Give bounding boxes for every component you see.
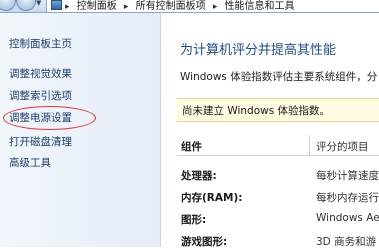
- row-item: 每秒内存运行: [316, 192, 379, 204]
- page-description: Windows 体验指数评估主要系统组件，分: [180, 71, 378, 83]
- forward-button[interactable]: [16, 0, 36, 11]
- history-dropdown-icon[interactable]: ▼: [36, 0, 41, 7]
- row-item: Windows Ae: [316, 212, 379, 224]
- sidebar-item-advanced-tools[interactable]: 高级工具: [9, 155, 51, 170]
- column-header-item: 评分的项目: [316, 141, 369, 153]
- table-row: 游戏图形: 3D 商务和游: [177, 229, 379, 251]
- control-panel-icon: [51, 0, 62, 10]
- row-item: 每秒计算速度: [316, 170, 379, 182]
- back-button[interactable]: [0, 0, 16, 11]
- row-component: 处理器:: [181, 170, 217, 182]
- row-component: 内存(RAM):: [181, 192, 243, 204]
- notice-bar: 尚未建立 Windows 体验指数。: [177, 98, 379, 122]
- breadcrumb[interactable]: ▸ 控制面板 ▸ 所有控制面板项 ▸ 性能信息和工具: [46, 0, 379, 12]
- column-header-component: 组件: [181, 141, 202, 153]
- table-row: 图形: Windows Ae: [177, 207, 379, 229]
- notice-text: 尚未建立 Windows 体验指数。: [182, 105, 331, 117]
- table-header: 组件 评分的项目: [177, 135, 379, 156]
- breadcrumb-separator-icon[interactable]: ▸: [65, 2, 70, 12]
- breadcrumb-all-items[interactable]: 所有控制面板项: [136, 1, 206, 12]
- sidebar: 控制面板主页 调整视觉效果 调整索引选项 调整电源设置 打开磁盘清理 高级工具: [0, 13, 161, 247]
- address-bar: ▼ ▸ 控制面板 ▸ 所有控制面板项 ▸ 性能信息和工具: [0, 0, 379, 13]
- page-title: 为计算机评分并提高其性能: [180, 43, 337, 58]
- row-component: 图形:: [181, 214, 207, 226]
- table-row: 内存(RAM): 每秒内存运行: [177, 185, 379, 207]
- highlight-circle: [3, 106, 96, 130]
- breadcrumb-separator-icon[interactable]: ▸: [213, 2, 218, 12]
- main-content: 为计算机评分并提高其性能 Windows 体验指数评估主要系统组件，分 尚未建立…: [161, 13, 379, 248]
- table-row: 处理器: 每秒计算速度: [177, 163, 379, 185]
- breadcrumb-performance[interactable]: 性能信息和工具: [225, 1, 295, 12]
- breadcrumb-control-panel[interactable]: 控制面板: [77, 1, 117, 12]
- breadcrumb-separator-icon[interactable]: ▸: [124, 2, 129, 12]
- sidebar-item-visual-effects[interactable]: 调整视觉效果: [9, 66, 72, 81]
- sidebar-home-link[interactable]: 控制面板主页: [9, 36, 72, 51]
- sidebar-item-disk-cleanup[interactable]: 打开磁盘清理: [9, 134, 72, 149]
- column-divider: [309, 135, 310, 155]
- sidebar-item-indexing[interactable]: 调整索引选项: [9, 88, 72, 103]
